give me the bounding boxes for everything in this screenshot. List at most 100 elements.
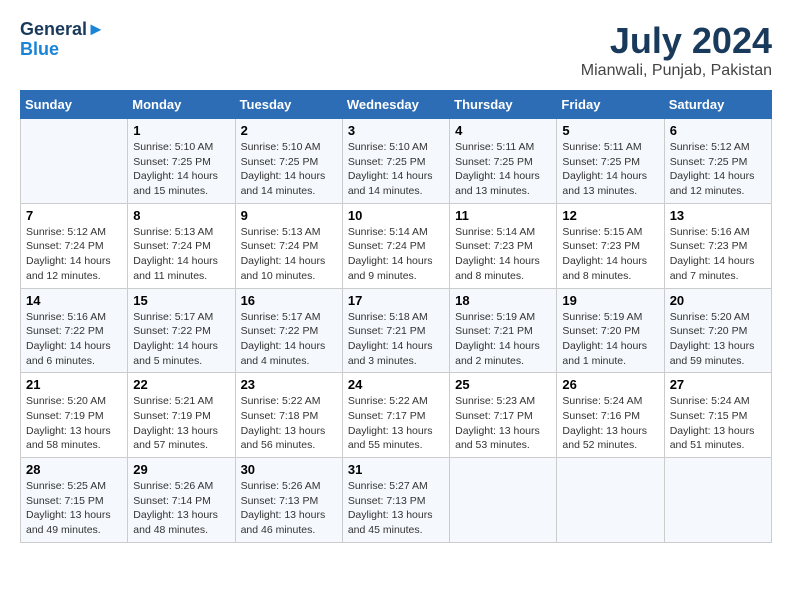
day-number: 13 xyxy=(670,208,766,223)
day-number: 1 xyxy=(133,123,229,138)
day-info: Sunrise: 5:19 AM Sunset: 7:20 PM Dayligh… xyxy=(562,310,658,369)
calendar-cell: 5 Sunrise: 5:11 AM Sunset: 7:25 PM Daylig… xyxy=(557,119,664,204)
calendar-cell: 15 Sunrise: 5:17 AM Sunset: 7:22 PM Dayli… xyxy=(128,288,235,373)
month-title: July 2024 xyxy=(581,20,772,62)
calendar-cell: 14 Sunrise: 5:16 AM Sunset: 7:22 PM Dayli… xyxy=(21,288,128,373)
day-info: Sunrise: 5:17 AM Sunset: 7:22 PM Dayligh… xyxy=(133,310,229,369)
calendar-cell: 23 Sunrise: 5:22 AM Sunset: 7:18 PM Dayli… xyxy=(235,373,342,458)
calendar-header-row: SundayMondayTuesdayWednesdayThursdayFrid… xyxy=(21,91,772,119)
day-info: Sunrise: 5:18 AM Sunset: 7:21 PM Dayligh… xyxy=(348,310,444,369)
calendar-cell: 17 Sunrise: 5:18 AM Sunset: 7:21 PM Dayli… xyxy=(342,288,449,373)
calendar-cell: 26Sunrise: 5:24 AM Sunset: 7:16 PM Dayli… xyxy=(557,373,664,458)
day-info: Sunrise: 5:20 AM Sunset: 7:19 PM Dayligh… xyxy=(26,394,122,453)
day-number: 24 xyxy=(348,377,444,392)
page-header: General►Blue July 2024 Mianwali, Punjab,… xyxy=(20,20,772,80)
day-info: Sunrise: 5:10 AM Sunset: 7:25 PM Dayligh… xyxy=(348,140,444,199)
day-number: 11 xyxy=(455,208,551,223)
day-number: 8 xyxy=(133,208,229,223)
calendar-cell: 24 Sunrise: 5:22 AM Sunset: 7:17 PM Dayli… xyxy=(342,373,449,458)
calendar-cell: 13 Sunrise: 5:16 AM Sunset: 7:23 PM Dayli… xyxy=(664,203,771,288)
calendar-cell: 9Sunrise: 5:13 AM Sunset: 7:24 PM Daylig… xyxy=(235,203,342,288)
day-info: Sunrise: 5:16 AM Sunset: 7:23 PM Dayligh… xyxy=(670,225,766,284)
week-row-4: 21 Sunrise: 5:20 AM Sunset: 7:19 PM Dayli… xyxy=(21,373,772,458)
day-info: Sunrise: 5:27 AM Sunset: 7:13 PM Dayligh… xyxy=(348,479,444,538)
title-block: July 2024 Mianwali, Punjab, Pakistan xyxy=(581,20,772,80)
day-number: 31 xyxy=(348,462,444,477)
day-number: 19 xyxy=(562,293,658,308)
week-row-3: 14 Sunrise: 5:16 AM Sunset: 7:22 PM Dayli… xyxy=(21,288,772,373)
day-info: Sunrise: 5:19 AM Sunset: 7:21 PM Dayligh… xyxy=(455,310,551,369)
day-number: 5 xyxy=(562,123,658,138)
day-header-tuesday: Tuesday xyxy=(235,91,342,119)
day-number: 21 xyxy=(26,377,122,392)
calendar-cell: 8 Sunrise: 5:13 AM Sunset: 7:24 PM Daylig… xyxy=(128,203,235,288)
calendar-cell: 28 Sunrise: 5:25 AM Sunset: 7:15 PM Dayli… xyxy=(21,458,128,543)
calendar-cell: 3Sunrise: 5:10 AM Sunset: 7:25 PM Daylig… xyxy=(342,119,449,204)
day-info: Sunrise: 5:24 AM Sunset: 7:15 PM Dayligh… xyxy=(670,394,766,453)
day-header-friday: Friday xyxy=(557,91,664,119)
day-number: 7 xyxy=(26,208,122,223)
calendar-cell: 21 Sunrise: 5:20 AM Sunset: 7:19 PM Dayli… xyxy=(21,373,128,458)
day-number: 10 xyxy=(348,208,444,223)
day-header-wednesday: Wednesday xyxy=(342,91,449,119)
location-title: Mianwali, Punjab, Pakistan xyxy=(581,62,772,80)
logo: General►Blue xyxy=(20,20,105,60)
week-row-1: 1 Sunrise: 5:10 AM Sunset: 7:25 PM Daylig… xyxy=(21,119,772,204)
day-number: 22 xyxy=(133,377,229,392)
day-info: Sunrise: 5:14 AM Sunset: 7:24 PM Dayligh… xyxy=(348,225,444,284)
day-info: Sunrise: 5:17 AM Sunset: 7:22 PM Dayligh… xyxy=(241,310,337,369)
day-header-thursday: Thursday xyxy=(450,91,557,119)
day-number: 18 xyxy=(455,293,551,308)
day-info: Sunrise: 5:10 AM Sunset: 7:25 PM Dayligh… xyxy=(241,140,337,199)
day-info: Sunrise: 5:16 AM Sunset: 7:22 PM Dayligh… xyxy=(26,310,122,369)
day-info: Sunrise: 5:21 AM Sunset: 7:19 PM Dayligh… xyxy=(133,394,229,453)
calendar-cell: 22 Sunrise: 5:21 AM Sunset: 7:19 PM Dayli… xyxy=(128,373,235,458)
day-number: 23 xyxy=(241,377,337,392)
day-info: Sunrise: 5:22 AM Sunset: 7:17 PM Dayligh… xyxy=(348,394,444,453)
day-info: Sunrise: 5:25 AM Sunset: 7:15 PM Dayligh… xyxy=(26,479,122,538)
calendar-cell: 10 Sunrise: 5:14 AM Sunset: 7:24 PM Dayli… xyxy=(342,203,449,288)
calendar-cell: 31 Sunrise: 5:27 AM Sunset: 7:13 PM Dayli… xyxy=(342,458,449,543)
day-info: Sunrise: 5:26 AM Sunset: 7:14 PM Dayligh… xyxy=(133,479,229,538)
calendar-cell: 20 Sunrise: 5:20 AM Sunset: 7:20 PM Dayli… xyxy=(664,288,771,373)
day-number: 4 xyxy=(455,123,551,138)
calendar-cell: 19 Sunrise: 5:19 AM Sunset: 7:20 PM Dayli… xyxy=(557,288,664,373)
calendar-cell: 11 Sunrise: 5:14 AM Sunset: 7:23 PM Dayli… xyxy=(450,203,557,288)
calendar-cell: 12Sunrise: 5:15 AM Sunset: 7:23 PM Dayli… xyxy=(557,203,664,288)
day-info: Sunrise: 5:26 AM Sunset: 7:13 PM Dayligh… xyxy=(241,479,337,538)
calendar-cell xyxy=(21,119,128,204)
calendar-cell: 16Sunrise: 5:17 AM Sunset: 7:22 PM Dayli… xyxy=(235,288,342,373)
day-number: 17 xyxy=(348,293,444,308)
day-info: Sunrise: 5:10 AM Sunset: 7:25 PM Dayligh… xyxy=(133,140,229,199)
calendar-cell xyxy=(557,458,664,543)
week-row-2: 7 Sunrise: 5:12 AM Sunset: 7:24 PM Daylig… xyxy=(21,203,772,288)
calendar-cell: 18 Sunrise: 5:19 AM Sunset: 7:21 PM Dayli… xyxy=(450,288,557,373)
calendar-cell: 2 Sunrise: 5:10 AM Sunset: 7:25 PM Daylig… xyxy=(235,119,342,204)
day-info: Sunrise: 5:11 AM Sunset: 7:25 PM Dayligh… xyxy=(562,140,658,199)
day-header-sunday: Sunday xyxy=(21,91,128,119)
day-number: 20 xyxy=(670,293,766,308)
day-info: Sunrise: 5:22 AM Sunset: 7:18 PM Dayligh… xyxy=(241,394,337,453)
day-number: 2 xyxy=(241,123,337,138)
day-number: 12 xyxy=(562,208,658,223)
day-info: Sunrise: 5:20 AM Sunset: 7:20 PM Dayligh… xyxy=(670,310,766,369)
day-info: Sunrise: 5:12 AM Sunset: 7:24 PM Dayligh… xyxy=(26,225,122,284)
day-number: 15 xyxy=(133,293,229,308)
calendar-cell: 1 Sunrise: 5:10 AM Sunset: 7:25 PM Daylig… xyxy=(128,119,235,204)
week-row-5: 28 Sunrise: 5:25 AM Sunset: 7:15 PM Dayli… xyxy=(21,458,772,543)
calendar-cell: 30Sunrise: 5:26 AM Sunset: 7:13 PM Dayli… xyxy=(235,458,342,543)
day-number: 25 xyxy=(455,377,551,392)
day-number: 27 xyxy=(670,377,766,392)
day-info: Sunrise: 5:14 AM Sunset: 7:23 PM Dayligh… xyxy=(455,225,551,284)
calendar-cell: 25 Sunrise: 5:23 AM Sunset: 7:17 PM Dayli… xyxy=(450,373,557,458)
calendar-cell xyxy=(450,458,557,543)
day-number: 26 xyxy=(562,377,658,392)
logo-text: General►Blue xyxy=(20,20,105,60)
day-number: 29 xyxy=(133,462,229,477)
calendar-body: 1 Sunrise: 5:10 AM Sunset: 7:25 PM Daylig… xyxy=(21,119,772,543)
day-info: Sunrise: 5:23 AM Sunset: 7:17 PM Dayligh… xyxy=(455,394,551,453)
day-info: Sunrise: 5:13 AM Sunset: 7:24 PM Dayligh… xyxy=(133,225,229,284)
day-header-saturday: Saturday xyxy=(664,91,771,119)
day-number: 14 xyxy=(26,293,122,308)
day-number: 28 xyxy=(26,462,122,477)
